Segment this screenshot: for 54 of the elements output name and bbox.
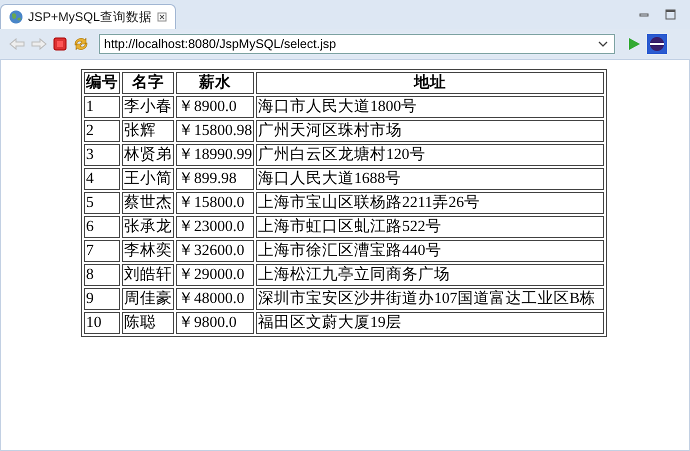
table-cell: 上海松江九亭立同商务广场 xyxy=(256,264,604,286)
table-cell: 张承龙 xyxy=(122,216,174,238)
table-cell: 李小春 xyxy=(122,96,174,118)
table-cell: 5 xyxy=(84,192,120,214)
table-cell: 刘皓轩 xyxy=(122,264,174,286)
table-cell: 3 xyxy=(84,144,120,166)
table-cell: ￥15800.0 xyxy=(176,192,254,214)
table-cell: 广州白云区龙塘村120号 xyxy=(256,144,604,166)
globe-icon xyxy=(9,10,23,24)
table-cell: 1 xyxy=(84,96,120,118)
table-cell: ￥18990.99 xyxy=(176,144,254,166)
eclipse-icon[interactable] xyxy=(647,34,667,54)
tab-title: JSP+MySQL查询数据 xyxy=(28,8,152,26)
address-field[interactable]: http://localhost:8080/JspMySQL/select.jsp xyxy=(99,34,615,54)
table-cell: 李林奕 xyxy=(122,240,174,262)
table-cell: ￥29000.0 xyxy=(176,264,254,286)
table-cell: 4 xyxy=(84,168,120,190)
close-icon[interactable] xyxy=(156,12,167,22)
maximize-icon[interactable] xyxy=(665,9,676,20)
stop-icon[interactable] xyxy=(53,37,67,51)
column-header: 薪水 xyxy=(176,72,254,94)
table-cell: 广州天河区珠村市场 xyxy=(256,120,604,142)
table-cell: 蔡世杰 xyxy=(122,192,174,214)
table-cell: ￥15800.98 xyxy=(176,120,254,142)
browser-tab[interactable]: JSP+MySQL查询数据 xyxy=(0,4,176,29)
refresh-icon[interactable] xyxy=(73,36,89,52)
table-cell: 陈聪 xyxy=(122,312,174,334)
table-cell: ￥32600.0 xyxy=(176,240,254,262)
table-cell: 深圳市宝安区沙井街道办107国道富达工业区B栋 xyxy=(256,288,604,310)
table-cell: 10 xyxy=(84,312,120,334)
dropdown-caret-icon[interactable] xyxy=(598,41,608,47)
column-header: 编号 xyxy=(84,72,120,94)
table-cell: 海口市人民大道1800号 xyxy=(256,96,604,118)
table-cell: 上海市徐汇区漕宝路440号 xyxy=(256,240,604,262)
table-cell: 上海市虹口区虬江路522号 xyxy=(256,216,604,238)
table-cell: 林贤弟 xyxy=(122,144,174,166)
table-cell: 上海市宝山区联杨路2211弄26号 xyxy=(256,192,604,214)
table-cell: 福田区文蔚大厦19层 xyxy=(256,312,604,334)
table-cell: 王小简 xyxy=(122,168,174,190)
table-cell: 9 xyxy=(84,288,120,310)
table-cell: ￥23000.0 xyxy=(176,216,254,238)
column-header: 名字 xyxy=(122,72,174,94)
table-cell: 6 xyxy=(84,216,120,238)
column-header: 地址 xyxy=(256,72,604,94)
table-cell: 海口人民大道1688号 xyxy=(256,168,604,190)
table-cell: ￥8900.0 xyxy=(176,96,254,118)
table-cell: ￥9800.0 xyxy=(176,312,254,334)
table-cell: ￥899.98 xyxy=(176,168,254,190)
table-cell: 张辉 xyxy=(122,120,174,142)
table-cell: 2 xyxy=(84,120,120,142)
table-cell: 周佳豪 xyxy=(122,288,174,310)
table-cell: 7 xyxy=(84,240,120,262)
table-cell: ￥48000.0 xyxy=(176,288,254,310)
table-cell: 8 xyxy=(84,264,120,286)
